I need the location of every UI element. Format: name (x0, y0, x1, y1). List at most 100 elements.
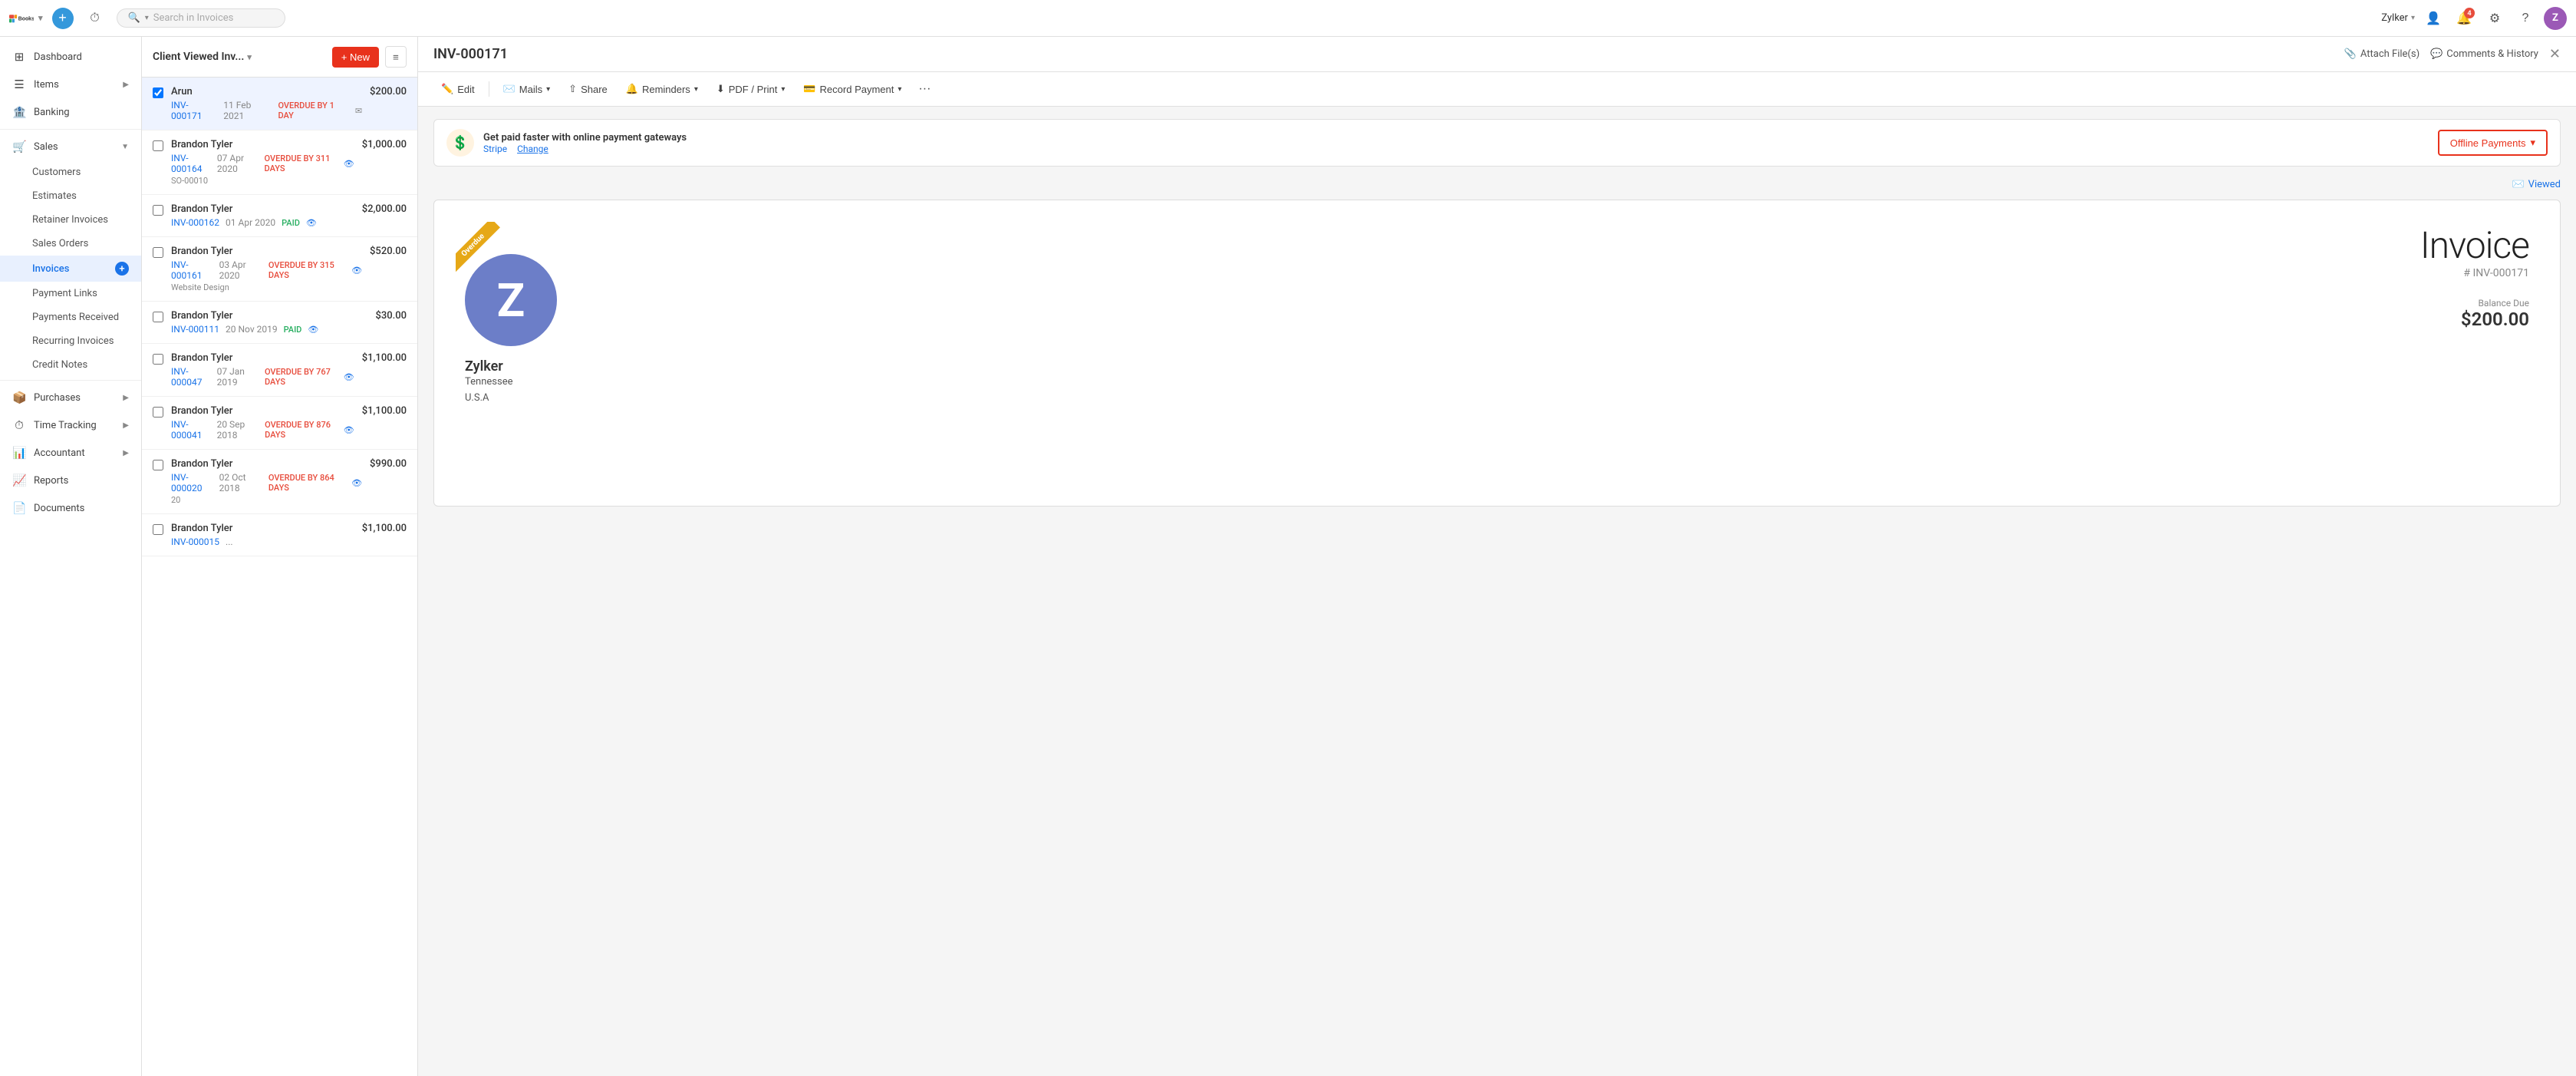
global-add-button[interactable]: + (52, 8, 74, 29)
sidebar-item-items[interactable]: ☰ Items ▶ (0, 71, 141, 98)
notifications-button[interactable]: 🔔 4 (2452, 6, 2476, 31)
sidebar-item-time-tracking[interactable]: ⏱ Time Tracking ▶ (0, 411, 141, 439)
reminders-button[interactable]: 🔔 Reminders ▾ (618, 79, 706, 99)
sidebar: ⊞ Dashboard ☰ Items ▶ 🏦 Banking 🛒 Sales … (0, 37, 142, 1076)
new-invoice-button[interactable]: + New (332, 47, 379, 68)
item-invoice-number[interactable]: INV-000161 (171, 259, 213, 281)
company-address: Tennessee U.S.A (465, 375, 512, 407)
sidebar-item-accountant[interactable]: 📊 Accountant ▶ (0, 439, 141, 467)
time-arrow-icon: ▶ (123, 421, 129, 430)
item-checkbox[interactable] (153, 247, 163, 261)
item-invoice-number[interactable]: INV-000171 (171, 100, 217, 121)
item-meta: INV-000161 03 Apr 2020 OVERDUE BY 315 DA… (171, 259, 362, 281)
avatar[interactable]: Z (2544, 7, 2567, 30)
sidebar-label-dashboard: Dashboard (34, 51, 82, 63)
sidebar-item-estimates[interactable]: Estimates (0, 184, 141, 208)
sidebar-item-banking[interactable]: 🏦 Banking (0, 98, 141, 126)
item-checkbox[interactable] (153, 460, 163, 474)
item-meta: INV-000041 20 Sep 2018 OVERDUE BY 876 DA… (171, 419, 354, 441)
edit-button[interactable]: ✏️ Edit (433, 79, 483, 99)
close-detail-button[interactable]: ✕ (2549, 46, 2561, 62)
eye-icon: 👁 (344, 372, 354, 382)
item-customer-name: Brandon Tyler (171, 405, 354, 417)
change-link[interactable]: Change (517, 144, 548, 154)
list-item[interactable]: Brandon Tyler INV-000164 07 Apr 2020 OVE… (142, 130, 417, 195)
list-item[interactable]: Arun INV-000171 11 Feb 2021 OVERDUE BY 1… (142, 78, 417, 130)
sidebar-item-sales-orders[interactable]: Sales Orders (0, 232, 141, 256)
item-amount: $200.00 (370, 86, 407, 97)
contacts-button[interactable]: 👤 (2421, 6, 2446, 31)
balance-due-label: Balance Due (2420, 298, 2529, 309)
main-layout: ⊞ Dashboard ☰ Items ▶ 🏦 Banking 🛒 Sales … (0, 37, 2576, 1076)
help-button[interactable]: ? (2513, 6, 2538, 31)
sidebar-label-payment-links: Payment Links (32, 288, 97, 299)
item-customer-name: Arun (171, 86, 362, 97)
mails-button[interactable]: ✉️ Mails ▾ (496, 79, 558, 99)
list-item[interactable]: Brandon Tyler INV-000161 03 Apr 2020 OVE… (142, 237, 417, 302)
record-payment-button[interactable]: 💳 Record Payment ▾ (796, 79, 909, 99)
sidebar-item-retainer-invoices[interactable]: Retainer Invoices (0, 208, 141, 232)
invoice-right-section: Invoice # INV-000171 Balance Due $200.00 (2420, 223, 2529, 407)
history-button[interactable]: ⏱ (83, 6, 107, 31)
item-checkbox[interactable] (153, 312, 163, 325)
sidebar-item-sales[interactable]: 🛒 Sales ▼ (0, 133, 141, 160)
user-caret-icon: ▾ (2411, 14, 2415, 22)
list-item[interactable]: Brandon Tyler INV-000020 02 Oct 2018 OVE… (142, 450, 417, 514)
sidebar-item-purchases[interactable]: 📦 Purchases ▶ (0, 384, 141, 411)
item-invoice-number[interactable]: INV-000164 (171, 153, 211, 174)
item-checkbox[interactable] (153, 87, 163, 101)
sidebar-item-payments-received[interactable]: Payments Received (0, 305, 141, 329)
stripe-label[interactable]: Stripe (483, 144, 507, 154)
item-status: OVERDUE BY 864 DAYS (268, 473, 345, 493)
detail-header-actions: 📎 Attach File(s) 💬 Comments & History ✕ (2344, 46, 2561, 62)
item-body: Arun INV-000171 11 Feb 2021 OVERDUE BY 1… (171, 86, 362, 121)
payment-symbol-icon: 💲 (452, 135, 469, 151)
offline-payments-button[interactable]: Offline Payments ▾ (2438, 130, 2548, 156)
item-invoice-number[interactable]: INV-000015 (171, 536, 219, 547)
search-bar[interactable]: 🔍 ▾ Search in Invoices (117, 8, 285, 28)
item-amount: $1,000.00 (362, 139, 407, 150)
more-options-button[interactable]: ··· (912, 78, 937, 100)
toolbar: ✏️ Edit ✉️ Mails ▾ ⇧ Share 🔔 Reminders ▾… (418, 72, 2576, 107)
offline-btn-label: Offline Payments (2450, 137, 2526, 149)
user-name-dropdown[interactable]: Zylker ▾ (2381, 12, 2415, 24)
item-checkbox[interactable] (153, 524, 163, 538)
item-invoice-number[interactable]: INV-000020 (171, 472, 213, 493)
item-checkbox[interactable] (153, 407, 163, 421)
list-item[interactable]: Brandon Tyler INV-000162 01 Apr 2020 PAI… (142, 195, 417, 237)
pdf-print-button[interactable]: ⬇ PDF / Print ▾ (709, 79, 793, 99)
list-item[interactable]: Brandon Tyler INV-000015 ... $1,100.00 (142, 514, 417, 556)
sidebar-item-credit-notes[interactable]: Credit Notes (0, 353, 141, 377)
sidebar-item-payment-links[interactable]: Payment Links (0, 282, 141, 305)
comments-history-button[interactable]: 💬 Comments & History (2430, 48, 2538, 60)
share-button[interactable]: ⇧ Share (561, 79, 615, 99)
sidebar-item-invoices[interactable]: Invoices + (0, 256, 141, 282)
sidebar-item-customers[interactable]: Customers (0, 160, 141, 184)
list-item[interactable]: Brandon Tyler INV-000041 20 Sep 2018 OVE… (142, 397, 417, 450)
item-invoice-number[interactable]: INV-000047 (171, 366, 211, 388)
eye-icon: 👁 (351, 266, 362, 276)
app-logo[interactable]: Books ▾ (9, 11, 43, 26)
item-checkbox[interactable] (153, 354, 163, 368)
sidebar-item-documents[interactable]: 📄 Documents (0, 494, 141, 522)
attach-files-button[interactable]: 📎 Attach File(s) (2344, 48, 2420, 60)
item-invoice-number[interactable]: INV-000041 (171, 419, 211, 441)
list-title[interactable]: Client Viewed Inv... ▾ (153, 51, 326, 63)
sidebar-item-reports[interactable]: 📈 Reports (0, 467, 141, 494)
list-item[interactable]: Brandon Tyler INV-000047 07 Jan 2019 OVE… (142, 344, 417, 397)
reminders-label: Reminders (642, 84, 690, 95)
item-invoice-number[interactable]: INV-000111 (171, 324, 219, 335)
item-date: 07 Apr 2020 (217, 153, 259, 174)
app-name-caret: ▾ (38, 13, 43, 23)
sidebar-item-recurring-invoices[interactable]: Recurring Invoices (0, 329, 141, 353)
bell-toolbar-icon: 🔔 (626, 83, 638, 95)
item-invoice-number[interactable]: INV-000162 (171, 217, 219, 228)
item-checkbox[interactable] (153, 205, 163, 219)
list-item[interactable]: Brandon Tyler INV-000111 20 Nov 2019 PAI… (142, 302, 417, 344)
list-menu-button[interactable]: ≡ (385, 46, 407, 68)
sidebar-item-dashboard[interactable]: ⊞ Dashboard (0, 43, 141, 71)
invoice-heading: Invoice (2420, 223, 2529, 267)
settings-button[interactable]: ⚙ (2482, 6, 2507, 31)
item-checkbox[interactable] (153, 140, 163, 154)
invoices-add-icon[interactable]: + (115, 262, 129, 276)
